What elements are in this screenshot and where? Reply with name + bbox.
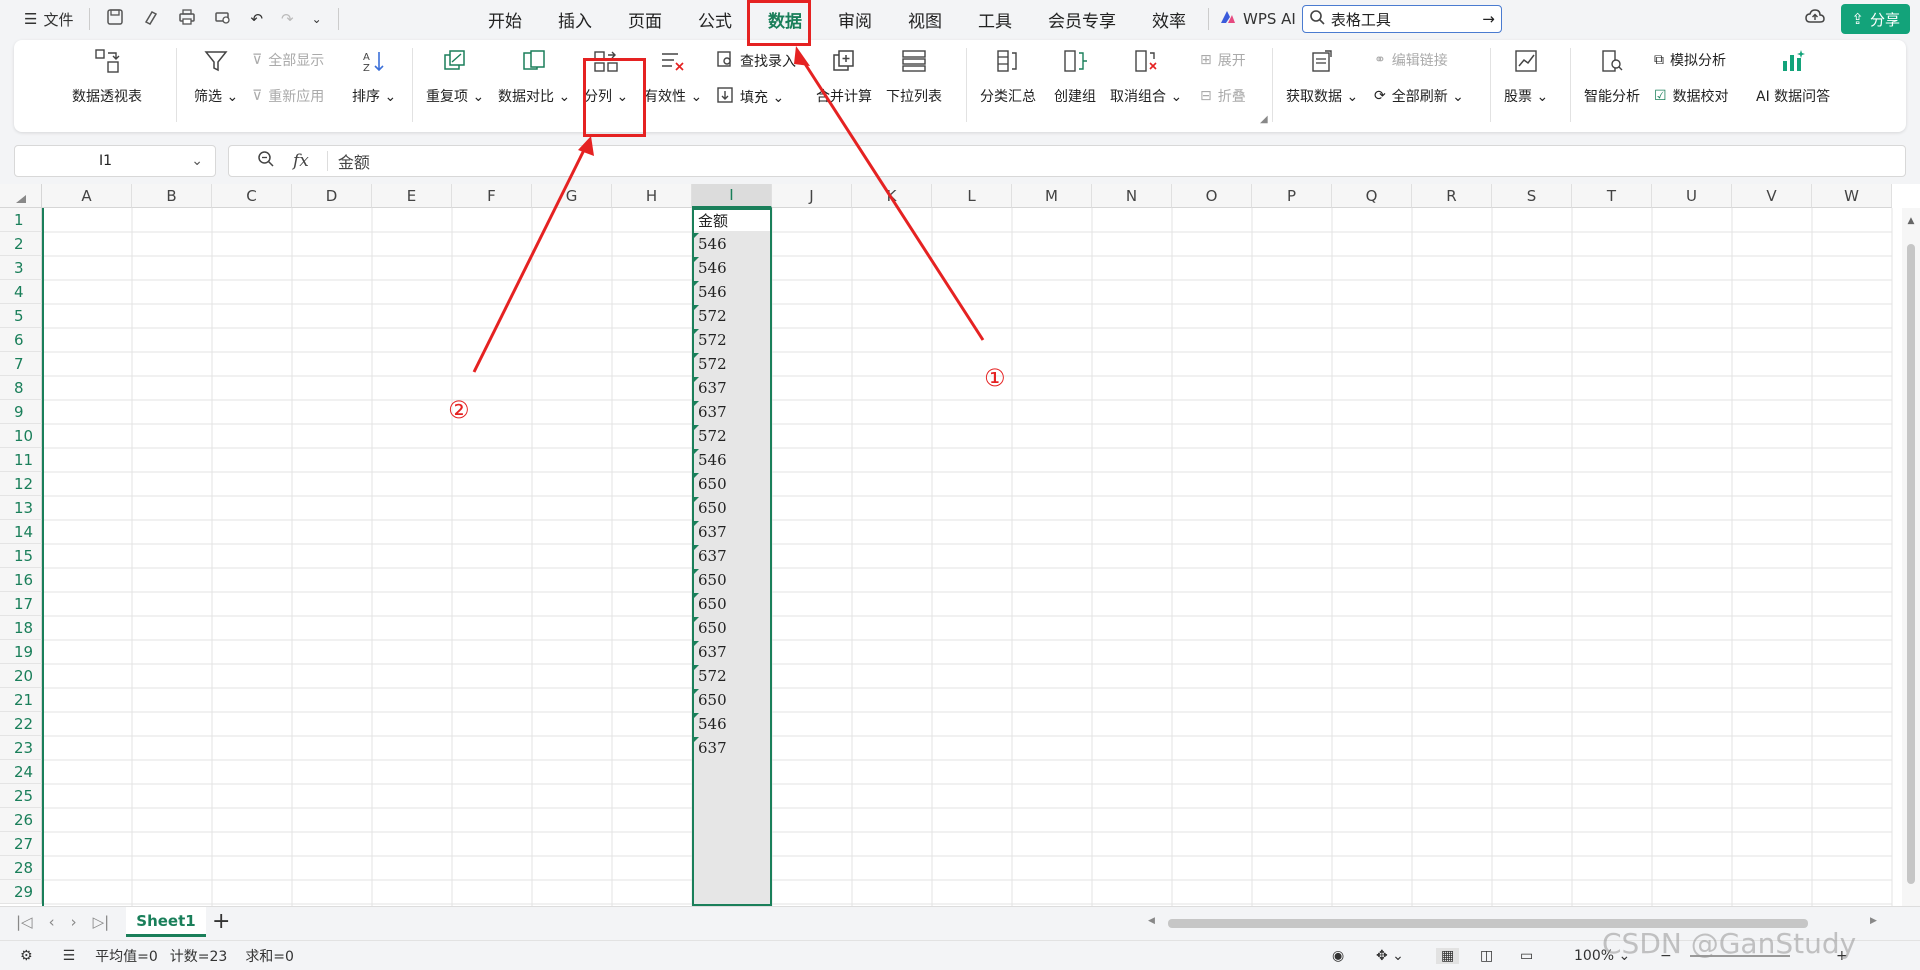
annotation-arrows <box>472 46 985 373</box>
wps-spreadsheet-window: ☰ 文件 ↶ ↷ ⌄ 开始 插入 页面 公式 数据 审阅 视图 工具 会员专享 … <box>0 0 1920 970</box>
annotation-step-one: ① <box>984 364 1006 392</box>
annotation-step-two: ② <box>448 396 470 424</box>
